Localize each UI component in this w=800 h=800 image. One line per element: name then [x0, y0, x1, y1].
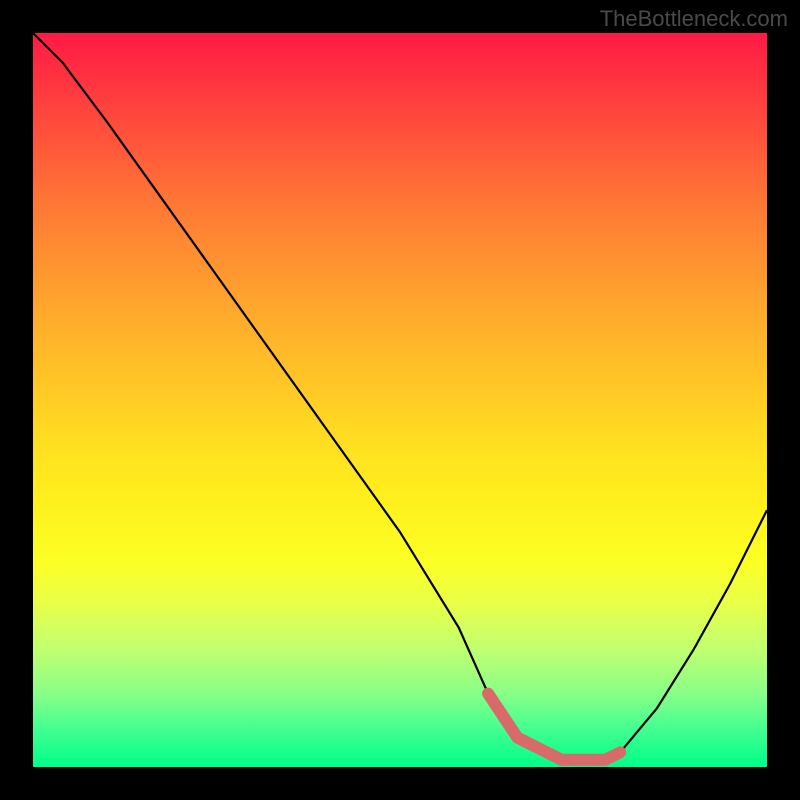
watermark-text: TheBottleneck.com: [600, 6, 788, 32]
bottleneck-curve-line: [33, 33, 767, 760]
bottleneck-chart: [33, 33, 767, 767]
highlight-segment-line: [488, 694, 620, 760]
